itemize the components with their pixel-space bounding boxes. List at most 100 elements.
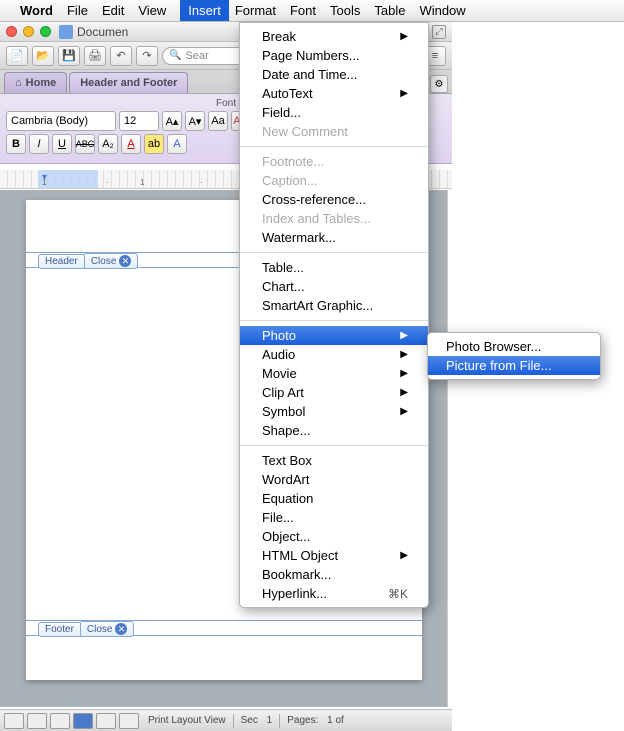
- insert-menu-item[interactable]: Hyperlink...⌘K: [240, 584, 428, 603]
- tab-header-footer[interactable]: Header and Footer: [69, 72, 188, 93]
- menu-item-label: Footnote...: [262, 154, 324, 169]
- insert-menu-item: Caption...: [240, 171, 428, 190]
- insert-menu-item[interactable]: AutoText▶: [240, 84, 428, 103]
- change-case-button[interactable]: Aa: [208, 111, 228, 131]
- undo-button[interactable]: ↶: [110, 46, 132, 66]
- grow-font-button[interactable]: A▴: [162, 111, 182, 131]
- menu-item-label: Bookmark...: [262, 567, 331, 582]
- insert-menu-item[interactable]: SmartArt Graphic...: [240, 296, 428, 315]
- menu-format[interactable]: Format: [235, 3, 276, 18]
- highlight-button[interactable]: ab: [144, 134, 164, 154]
- print-button[interactable]: 🖨: [84, 46, 106, 66]
- close-label: Close: [87, 624, 113, 635]
- menu-item-label: Photo: [262, 328, 296, 343]
- app-name[interactable]: Word: [20, 3, 53, 18]
- font-name-select[interactable]: Cambria (Body): [6, 111, 116, 131]
- font-size-select[interactable]: 12: [119, 111, 159, 131]
- fullscreen-icon[interactable]: ⤢: [432, 25, 446, 39]
- new-button[interactable]: 📄: [6, 46, 28, 66]
- view-label: Print Layout View: [148, 715, 226, 726]
- insert-menu-item[interactable]: Movie ▶: [240, 364, 428, 383]
- menu-view[interactable]: View: [138, 3, 166, 18]
- close-label: Close: [91, 256, 117, 267]
- photo-submenu-item[interactable]: Photo Browser...: [428, 337, 600, 356]
- footer-close-button[interactable]: Close ✕: [81, 621, 135, 637]
- insert-menu-item[interactable]: HTML Object▶: [240, 546, 428, 565]
- menu-tools[interactable]: Tools: [330, 3, 360, 18]
- close-window-button[interactable]: [6, 26, 17, 37]
- menu-edit[interactable]: Edit: [102, 3, 124, 18]
- insert-menu-item[interactable]: Page Numbers...: [240, 46, 428, 65]
- menu-item-label: Movie: [262, 366, 297, 381]
- insert-menu-item[interactable]: Break▶: [240, 27, 428, 46]
- tab-home[interactable]: ⌂ Home: [4, 72, 67, 93]
- menu-item-label: File...: [262, 510, 294, 525]
- view-outline-button[interactable]: [27, 713, 47, 729]
- menu-item-label: Table...: [262, 260, 304, 275]
- menu-item-label: Text Box: [262, 453, 312, 468]
- strikethrough-button[interactable]: ABC: [75, 134, 95, 154]
- insert-menu-item: New Comment: [240, 122, 428, 141]
- submenu-arrow-icon: ▶: [400, 387, 408, 398]
- menu-item-label: HTML Object: [262, 548, 338, 563]
- bold-button[interactable]: B: [6, 134, 26, 154]
- underline-button[interactable]: U: [52, 134, 72, 154]
- insert-menu-item[interactable]: File...: [240, 508, 428, 527]
- font-color-button[interactable]: A: [121, 134, 141, 154]
- insert-menu-item[interactable]: Field...: [240, 103, 428, 122]
- insert-menu-item[interactable]: Photo▶: [240, 326, 428, 345]
- insert-menu-item[interactable]: Clip Art▶: [240, 383, 428, 402]
- insert-menu-item[interactable]: Table...: [240, 258, 428, 277]
- text-effects-button[interactable]: A: [167, 134, 187, 154]
- save-button[interactable]: 💾: [58, 46, 80, 66]
- menu-file[interactable]: File: [67, 3, 88, 18]
- insert-menu-item[interactable]: Symbol▶: [240, 402, 428, 421]
- pages-value: 1 of: [327, 715, 344, 726]
- close-icon: ✕: [119, 255, 131, 267]
- insert-menu-item[interactable]: Date and Time...: [240, 65, 428, 84]
- italic-button[interactable]: I: [29, 134, 49, 154]
- menu-item-label: Symbol: [262, 404, 305, 419]
- view-print-layout-button[interactable]: [73, 713, 93, 729]
- menu-item-label: Field...: [262, 105, 301, 120]
- insert-menu-item[interactable]: WordArt: [240, 470, 428, 489]
- header-close-button[interactable]: Close ✕: [85, 253, 139, 269]
- view-focus-button[interactable]: [119, 713, 139, 729]
- close-icon: ✕: [115, 623, 127, 635]
- insert-menu-item[interactable]: Bookmark...: [240, 565, 428, 584]
- submenu-arrow-icon: ▶: [400, 368, 408, 379]
- menu-window[interactable]: Window: [419, 3, 465, 18]
- insert-menu-item[interactable]: Audio ▶: [240, 345, 428, 364]
- redo-button[interactable]: ↷: [136, 46, 158, 66]
- open-button[interactable]: 📂: [32, 46, 54, 66]
- subscript-button[interactable]: A₂: [98, 134, 118, 154]
- menu-font[interactable]: Font: [290, 3, 316, 18]
- insert-menu-item[interactable]: Equation: [240, 489, 428, 508]
- ribbon-options-icon[interactable]: ⚙: [430, 75, 448, 93]
- document-icon: [59, 25, 73, 39]
- menu-item-label: Break: [262, 29, 296, 44]
- shrink-font-button[interactable]: A▾: [185, 111, 205, 131]
- view-draft-button[interactable]: [4, 713, 24, 729]
- section-label: Sec: [241, 715, 258, 726]
- insert-menu-item[interactable]: Chart...: [240, 277, 428, 296]
- insert-menu-item[interactable]: Text Box: [240, 451, 428, 470]
- menu-table[interactable]: Table: [374, 3, 405, 18]
- submenu-arrow-icon: ▶: [400, 349, 408, 360]
- view-publishing-button[interactable]: [50, 713, 70, 729]
- footer-tag: Footer: [38, 622, 81, 637]
- insert-menu-item[interactable]: Shape...: [240, 421, 428, 440]
- menu-item-label: Watermark...: [262, 230, 336, 245]
- view-notebook-button[interactable]: [96, 713, 116, 729]
- menu-item-label: Audio: [262, 347, 295, 362]
- menu-insert[interactable]: Insert: [180, 0, 229, 21]
- menu-item-label: Object...: [262, 529, 310, 544]
- section-value: 1: [267, 715, 273, 726]
- photo-submenu-item[interactable]: Picture from File...: [428, 356, 600, 375]
- minimize-window-button[interactable]: [23, 26, 34, 37]
- insert-menu-item[interactable]: Watermark...: [240, 228, 428, 247]
- insert-menu-item[interactable]: Object...: [240, 527, 428, 546]
- zoom-window-button[interactable]: [40, 26, 51, 37]
- insert-menu-item[interactable]: Cross-reference...: [240, 190, 428, 209]
- footer-region[interactable]: Footer Close ✕: [26, 620, 422, 636]
